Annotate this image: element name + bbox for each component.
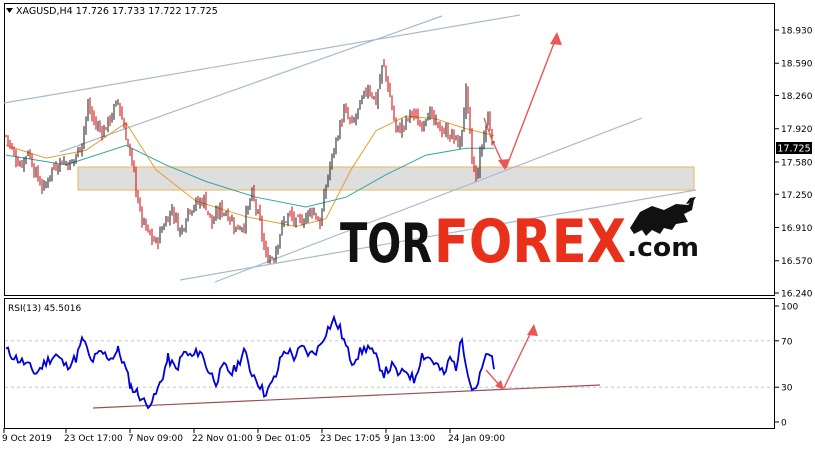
price-badge-text: 17.725 bbox=[777, 144, 810, 155]
rsi-header-text: RSI(13) 45.5016 bbox=[8, 304, 81, 314]
time-tick-label: 7 Nov 09:00 bbox=[128, 434, 183, 444]
price-tick-label: 17.920 bbox=[781, 125, 813, 135]
symbol-header-text: XAGUSD,H4 17.726 17.733 17.722 17.725 bbox=[16, 6, 218, 17]
price-tick-label: 18.260 bbox=[781, 92, 813, 102]
rsi-tick-label: 0 bbox=[781, 419, 787, 429]
price-axis: 18.930 18.590 18.260 17.920 17.580 17.250 16.9… bbox=[774, 27, 813, 300]
rsi-tick-label: 100 bbox=[781, 303, 798, 313]
watermark-forex: FOREX bbox=[434, 207, 626, 277]
price-tick-label: 16.910 bbox=[781, 224, 813, 234]
chart-window: 18.930 18.590 18.260 17.920 17.580 17.250 16.9… bbox=[0, 0, 815, 449]
rsi-panel-frame bbox=[4, 298, 775, 429]
price-tick-label: 18.930 bbox=[781, 27, 813, 37]
watermark-tor: TOR bbox=[340, 212, 432, 275]
price-tick-label: 17.250 bbox=[781, 191, 813, 201]
support-zone bbox=[77, 166, 695, 191]
price-tick-label: 18.590 bbox=[781, 60, 813, 70]
support-zone-rect bbox=[77, 166, 695, 191]
time-tick-label: 9 Jan 13:00 bbox=[384, 434, 436, 444]
time-tick-label: 23 Dec 17:05 bbox=[320, 434, 381, 444]
time-tick-label: 23 Oct 17:00 bbox=[64, 434, 123, 444]
time-tick-label: 24 Jan 09:00 bbox=[448, 434, 505, 444]
symbol-header: XAGUSD,H4 17.726 17.733 17.722 17.725 bbox=[6, 6, 218, 17]
time-tick-label: 9 Oct 2019 bbox=[2, 434, 52, 444]
rsi-axis: 100 70 30 0 bbox=[774, 303, 798, 429]
price-badge: 17.725 bbox=[776, 142, 812, 155]
time-tick-label: 22 Nov 01:00 bbox=[192, 434, 253, 444]
time-tick-label: 9 Dec 01:05 bbox=[256, 434, 311, 444]
rsi-tick-label: 70 bbox=[781, 337, 793, 347]
watermark-com: .com bbox=[627, 233, 699, 263]
price-tick-label: 16.570 bbox=[781, 257, 813, 267]
price-tick-label: 16.240 bbox=[781, 290, 813, 300]
time-axis: 9 Oct 2019 23 Oct 17:00 7 Nov 09:00 22 Nov … bbox=[2, 428, 505, 444]
price-tick-label: 17.580 bbox=[781, 158, 813, 168]
rsi-tick-label: 30 bbox=[781, 384, 793, 394]
